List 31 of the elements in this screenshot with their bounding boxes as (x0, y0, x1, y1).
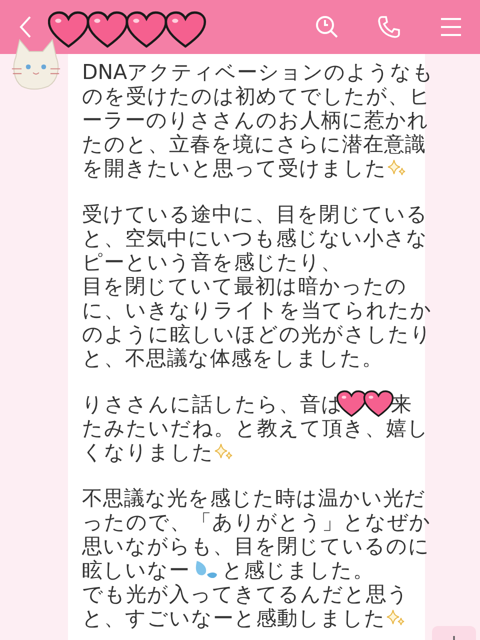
message-text: りささんに話したら、音は (82, 392, 343, 416)
sparkle-icon (214, 442, 234, 462)
message-text: ーラーのりささんのお人柄に惹かれ (82, 108, 429, 132)
message-text: くなりました (82, 440, 214, 464)
droplet-icon (194, 559, 218, 581)
message-text: ピーという音を感じたり、 (82, 250, 342, 274)
message-text: 目を閉じていて最初は暗かったの (82, 274, 407, 298)
message-text: たのと、立春を境にさらに潜在意識 (82, 132, 426, 156)
message-text: ったので、「ありがとう」となぜか (82, 510, 431, 534)
phone-icon[interactable] (376, 14, 402, 40)
message-text: のを受けたのは初めてでしたが、ヒ (82, 84, 431, 108)
message-text: たみたいだね。と教えて頂き、嬉し (82, 416, 429, 440)
message-text: と、すごいなーと感動しました (82, 606, 386, 630)
sparkle-icon (386, 608, 406, 628)
message-text: でも光が入ってきてるんだと思う (82, 582, 409, 606)
message-text: に、いきなりライトを当てられたか (82, 298, 432, 322)
message-text: 思いながらも、目を閉じているのに (82, 534, 430, 558)
message-text: DNAアクティベーションのようなも (82, 60, 434, 84)
back-icon[interactable] (18, 15, 32, 39)
message-text: 不思議な光を感じた時は温かい光だ (82, 486, 426, 510)
search-icon[interactable] (314, 14, 340, 40)
message-text: と感じました。 (222, 558, 374, 582)
sparkle-icon (387, 158, 407, 178)
message-text: 受けている途中に、目を閉じている (82, 202, 428, 226)
cat-avatar-drawing[interactable] (10, 38, 62, 90)
message-text: 来 (391, 392, 412, 416)
message-text: を開きたいと思って受けました (82, 156, 387, 180)
message-text: 眩しいなー (82, 558, 190, 582)
message-text: と、空気中にいつも感じない小さな (82, 226, 428, 250)
message-text: と、不思議な体感をしました。 (82, 346, 383, 370)
message-text: のように眩しいほどの光がさしたり (82, 322, 432, 346)
